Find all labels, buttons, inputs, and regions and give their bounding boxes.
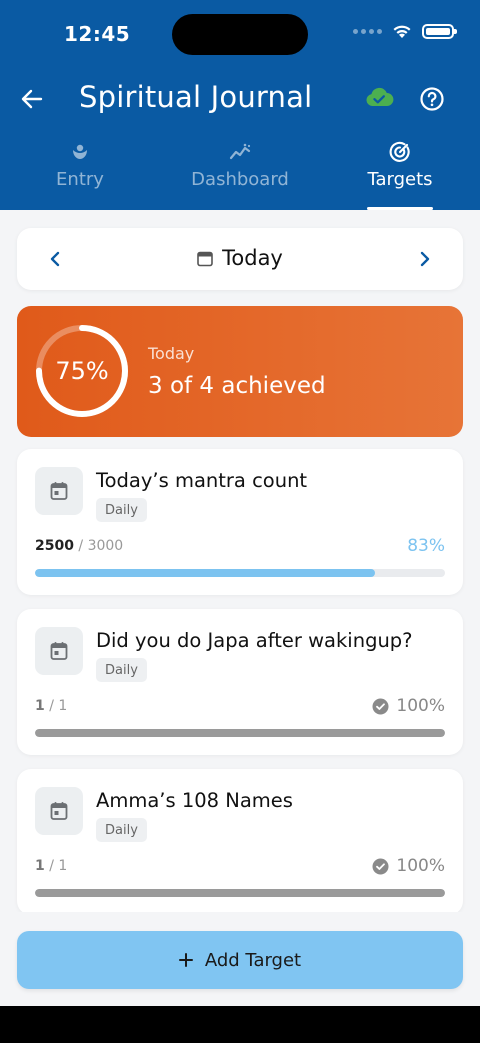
frequency-badge: Daily	[96, 498, 147, 522]
daily-summary-card: 75% Today 3 of 4 achieved	[17, 306, 463, 437]
tab-dashboard[interactable]: Dashboard	[160, 140, 320, 210]
tab-bar: Entry Dashboard Targets	[0, 140, 480, 210]
app-screen: 12:45 Spiritual Journal Entry Dashboard …	[0, 0, 480, 1006]
cloud-sync-button[interactable]	[364, 86, 396, 112]
add-target-button[interactable]: Add Target	[17, 931, 463, 989]
target-progress-text: 1 / 1	[35, 698, 67, 714]
target-percent: 100%	[372, 856, 445, 876]
frequency-badge: Daily	[96, 818, 147, 842]
chart-icon	[229, 143, 251, 160]
tab-label: Dashboard	[191, 169, 289, 190]
current-value: 1	[35, 698, 45, 714]
target-percent: 83%	[407, 536, 445, 556]
tab-label: Targets	[367, 169, 433, 190]
target-percent: 100%	[372, 696, 445, 716]
progress-fill	[35, 569, 376, 577]
progress-percent: 75%	[55, 357, 109, 385]
status-time: 12:45	[64, 22, 131, 46]
status-icons	[353, 24, 457, 39]
plus-icon	[178, 953, 193, 967]
add-target-label: Add Target	[204, 949, 302, 971]
app-title: Spiritual Journal	[79, 80, 313, 114]
target-progress-text: 2500 / 3000	[35, 538, 123, 554]
date-display[interactable]: Today	[17, 246, 463, 270]
target-card[interactable]: Amma’s 108 Names Daily 1 / 1 100%	[17, 769, 463, 915]
wifi-icon	[393, 25, 411, 38]
signal-icon	[353, 29, 382, 34]
target-total: / 3000	[78, 538, 124, 554]
target-card[interactable]: Today’s mantra count Daily 2500 / 3000 8…	[17, 449, 463, 595]
achieved-count: 3 of 4 achieved	[148, 373, 326, 399]
tab-entry[interactable]: Entry	[0, 140, 160, 210]
target-progress-bar	[35, 569, 445, 577]
progress-fill	[35, 729, 445, 737]
calendar-icon	[50, 482, 68, 500]
next-day-button[interactable]	[413, 247, 437, 271]
calendar-icon	[197, 251, 213, 266]
target-total: / 1	[49, 858, 68, 874]
cloud-check-icon	[366, 87, 394, 106]
target-title: Amma’s 108 Names	[96, 789, 293, 812]
target-progress-bar	[35, 729, 445, 737]
progress-fill	[35, 889, 445, 897]
percent-value: 100%	[396, 856, 445, 876]
percent-value: 100%	[396, 696, 445, 716]
arrow-left-icon	[21, 89, 43, 109]
target-title: Today’s mantra count	[96, 469, 308, 492]
target-card[interactable]: Did you do Japa after wakingup? Daily 1 …	[17, 609, 463, 755]
back-button[interactable]	[16, 84, 48, 114]
check-circle-icon	[372, 698, 389, 714]
battery-icon	[422, 24, 457, 39]
check-circle-icon	[372, 858, 389, 874]
chevron-right-icon	[420, 251, 430, 267]
percent-value: 83%	[407, 536, 445, 556]
target-icon-box	[35, 627, 83, 675]
lotus-icon	[73, 144, 87, 159]
dynamic-island	[172, 14, 308, 55]
calendar-icon	[50, 802, 68, 820]
target-icon-box	[35, 787, 83, 835]
target-icon-box	[35, 467, 83, 515]
calendar-icon	[50, 642, 68, 660]
active-tab-indicator	[367, 207, 433, 210]
current-value: 2500	[35, 538, 74, 554]
target-total: / 1	[49, 698, 68, 714]
target-progress-text: 1 / 1	[35, 858, 67, 874]
tab-targets[interactable]: Targets	[320, 140, 480, 210]
frequency-badge: Daily	[96, 658, 147, 682]
current-value: 1	[35, 858, 45, 874]
summary-day: Today	[148, 344, 195, 363]
help-button[interactable]	[419, 86, 445, 112]
help-circle-icon	[420, 87, 444, 111]
target-icon	[389, 141, 410, 162]
date-label: Today	[222, 246, 283, 270]
target-progress-bar	[35, 889, 445, 897]
target-title: Did you do Japa after wakingup?	[96, 629, 413, 652]
tab-label: Entry	[56, 169, 104, 190]
date-navigator: Today	[17, 228, 463, 290]
app-header: 12:45 Spiritual Journal Entry Dashboard …	[0, 0, 480, 210]
